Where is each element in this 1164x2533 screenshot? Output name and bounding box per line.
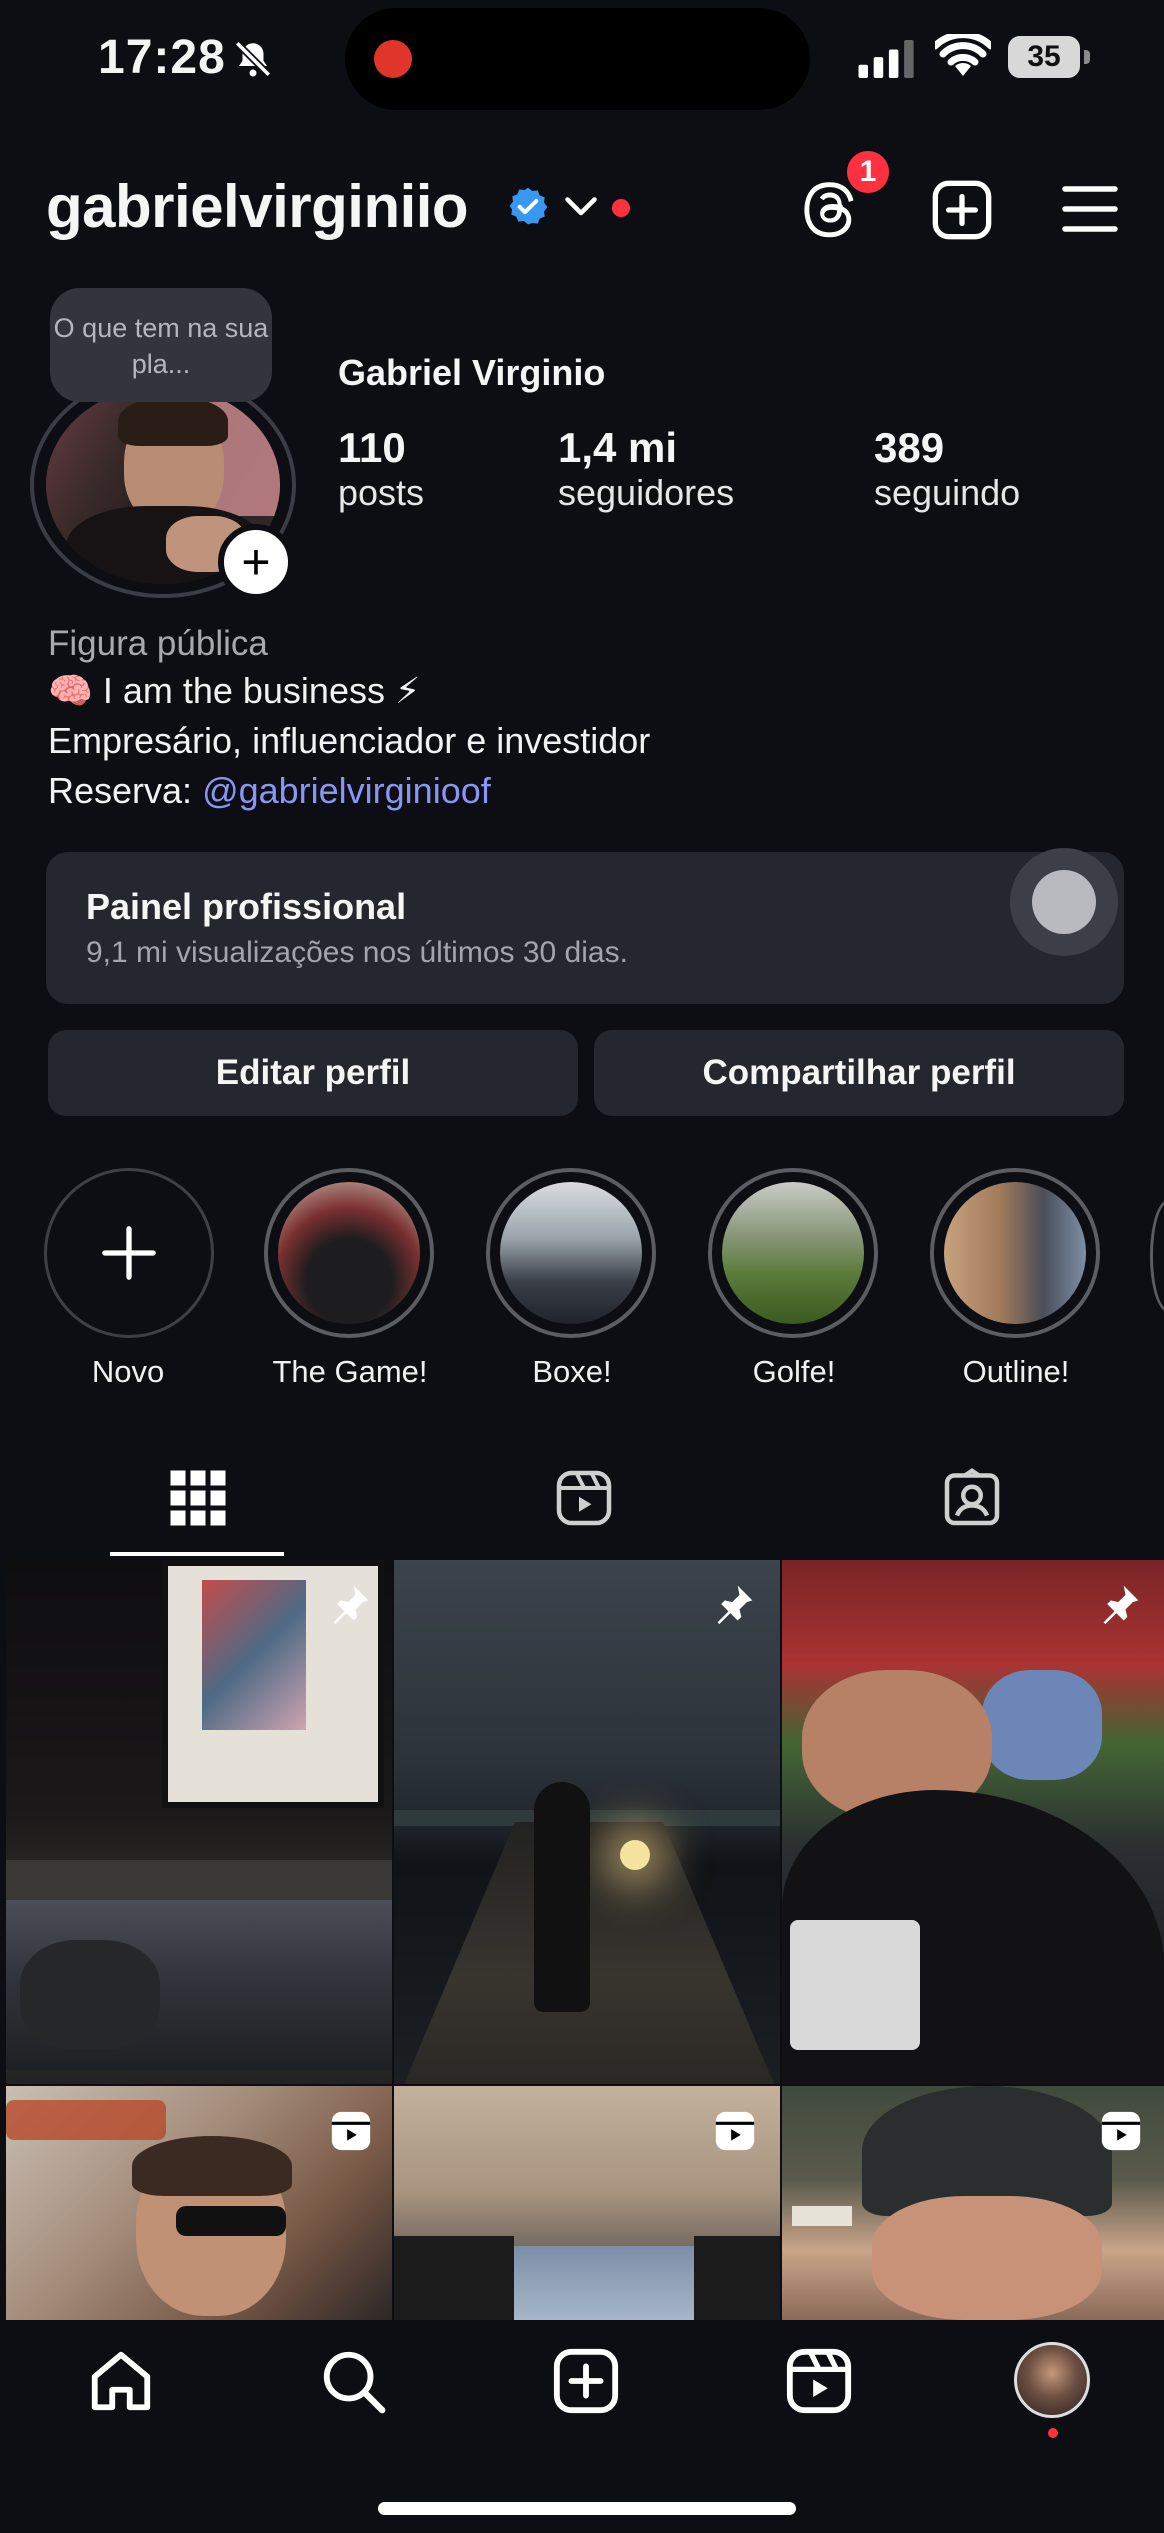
stat-followers-label: seguidores xyxy=(558,472,735,513)
dashboard-subtitle: 9,1 mi visualizações nos últimos 30 dias… xyxy=(86,936,628,969)
grid-icon[interactable] xyxy=(168,1466,228,1530)
bio-line-3: Reserva: @gabrielvirginioof xyxy=(48,770,491,812)
reels-icon[interactable] xyxy=(784,2346,854,2416)
highlight-label-golfe: Golfe! xyxy=(752,1354,836,1389)
plus-icon xyxy=(102,1226,156,1280)
battery-icon: 35 xyxy=(1008,36,1090,78)
home-icon[interactable] xyxy=(86,2346,156,2416)
assistive-touch[interactable] xyxy=(1010,848,1118,956)
profile-full-name: Gabriel Virginio xyxy=(338,352,606,393)
bio-reserve-label: Reserva: xyxy=(48,770,203,811)
grid-post-1[interactable] xyxy=(6,1560,392,2084)
highlight-label-the-game: The Game! xyxy=(272,1354,428,1389)
signal-icon xyxy=(858,40,914,78)
profile-note-bubble[interactable]: O que tem na sua pla... xyxy=(50,288,272,402)
dynamic-island xyxy=(345,8,810,110)
reels-tab-icon[interactable] xyxy=(554,1466,614,1530)
grid-post-2[interactable] xyxy=(394,1560,780,2084)
pinned-icon xyxy=(333,1585,369,1625)
reel-icon xyxy=(1101,2111,1141,2151)
reel-icon xyxy=(715,2111,755,2151)
profile-notification-dot xyxy=(1048,2428,1058,2438)
tagged-icon[interactable] xyxy=(942,1466,1002,1530)
edit-profile-button[interactable]: Editar perfil xyxy=(48,1030,578,1116)
highlight-new[interactable] xyxy=(44,1168,214,1338)
pinned-icon xyxy=(717,1585,753,1625)
wifi-icon xyxy=(935,34,991,76)
highlight-partial[interactable] xyxy=(1150,1200,1164,1312)
active-tab-indicator xyxy=(110,1552,284,1556)
stat-followers-value: 1,4 mi xyxy=(558,424,678,471)
bio-reserve-link[interactable]: @gabrielvirginioof xyxy=(202,770,491,811)
grid-post-6[interactable] xyxy=(782,2086,1164,2320)
stat-followers[interactable]: 1,4 mi seguidores xyxy=(558,424,734,514)
profile-username[interactable]: gabrielvirginiio xyxy=(46,172,469,241)
reel-icon xyxy=(331,2111,371,2151)
stat-following-value: 389 xyxy=(874,424,945,471)
bio-line-1: 🧠 I am the business ⚡ xyxy=(48,670,421,711)
battery-level: 35 xyxy=(1008,36,1080,78)
recording-dot xyxy=(374,40,412,78)
highlight-outline[interactable] xyxy=(930,1168,1100,1338)
bell-off-icon xyxy=(234,40,272,78)
stat-following-label: seguindo xyxy=(874,472,1021,513)
stat-following[interactable]: 389 seguindo xyxy=(874,424,1020,514)
menu-icon[interactable] xyxy=(1060,182,1120,236)
add-icon[interactable] xyxy=(930,178,994,242)
home-indicator[interactable] xyxy=(378,2502,796,2515)
add-story-icon[interactable]: + xyxy=(218,524,294,600)
stat-posts-label: posts xyxy=(338,472,425,513)
stat-posts[interactable]: 110 posts xyxy=(338,424,424,514)
dashboard-title: Painel profissional xyxy=(86,886,407,927)
account-switch-dot xyxy=(612,199,630,217)
grid-post-4[interactable] xyxy=(6,2086,392,2320)
highlight-golfe[interactable] xyxy=(708,1168,878,1338)
highlight-boxe[interactable] xyxy=(486,1168,656,1338)
grid-post-3[interactable] xyxy=(782,1560,1164,2084)
pinned-icon xyxy=(1103,1585,1139,1625)
highlight-label-boxe: Boxe! xyxy=(532,1354,612,1389)
search-icon[interactable] xyxy=(318,2346,388,2416)
threads-notification-badge: 1 xyxy=(844,148,892,196)
professional-dashboard[interactable]: Painel profissional 9,1 mi visualizações… xyxy=(46,852,1124,1004)
highlight-the-game[interactable] xyxy=(264,1168,434,1338)
profile-category: Figura pública xyxy=(48,624,268,663)
create-icon[interactable] xyxy=(551,2346,621,2416)
bio-line-2: Empresário, influenciador e investidor xyxy=(48,720,651,761)
profile-avatar-nav[interactable] xyxy=(1014,2342,1090,2418)
share-profile-button[interactable]: Compartilhar perfil xyxy=(594,1030,1124,1116)
highlight-label-outline: Outline! xyxy=(962,1354,1070,1389)
highlight-label-new: Novo xyxy=(91,1354,165,1389)
status-time: 17:28 xyxy=(98,31,226,84)
chevron-down-icon[interactable] xyxy=(563,195,599,219)
verified-badge-icon xyxy=(509,187,548,225)
stat-posts-value: 110 xyxy=(338,424,406,471)
grid-post-5[interactable] xyxy=(394,2086,780,2320)
